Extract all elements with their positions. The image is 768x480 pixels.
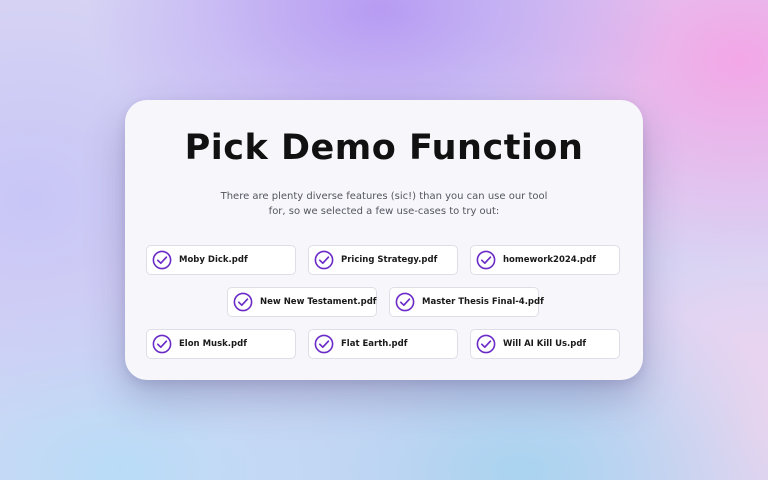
option-homework2024[interactable]: homework2024.pdf	[470, 245, 620, 275]
check-circle-icon	[476, 250, 496, 270]
check-circle-icon	[152, 334, 172, 354]
check-circle-icon	[476, 334, 496, 354]
option-moby-dick[interactable]: Moby Dick.pdf	[146, 245, 296, 275]
check-circle-icon	[395, 292, 415, 312]
option-label: Flat Earth.pdf	[341, 339, 408, 349]
option-flat-earth[interactable]: Flat Earth.pdf	[308, 329, 458, 359]
option-label: homework2024.pdf	[503, 255, 596, 265]
check-circle-icon	[152, 250, 172, 270]
option-new-new-testament[interactable]: New New Testament.pdf	[227, 287, 377, 317]
option-label: Master Thesis Final-4.pdf	[422, 297, 544, 307]
option-master-thesis[interactable]: Master Thesis Final-4.pdf	[389, 287, 544, 317]
page-title: Pick Demo Function	[184, 128, 584, 168]
page-subtitle: There are plenty diverse features (sic!)…	[220, 191, 548, 217]
option-label: Elon Musk.pdf	[179, 339, 247, 349]
check-circle-icon	[314, 250, 334, 270]
option-label: Moby Dick.pdf	[179, 255, 248, 265]
option-label: Will AI Kill Us.pdf	[503, 339, 587, 349]
check-circle-icon	[233, 292, 253, 312]
option-elon-musk[interactable]: Elon Musk.pdf	[146, 329, 296, 359]
option-will-ai-kill-us[interactable]: Will AI Kill Us.pdf	[470, 329, 620, 359]
check-circle-icon	[314, 334, 334, 354]
option-label: New New Testament.pdf	[260, 297, 377, 307]
option-label: Pricing Strategy.pdf	[341, 255, 438, 265]
option-pricing-strategy[interactable]: Pricing Strategy.pdf	[308, 245, 458, 275]
